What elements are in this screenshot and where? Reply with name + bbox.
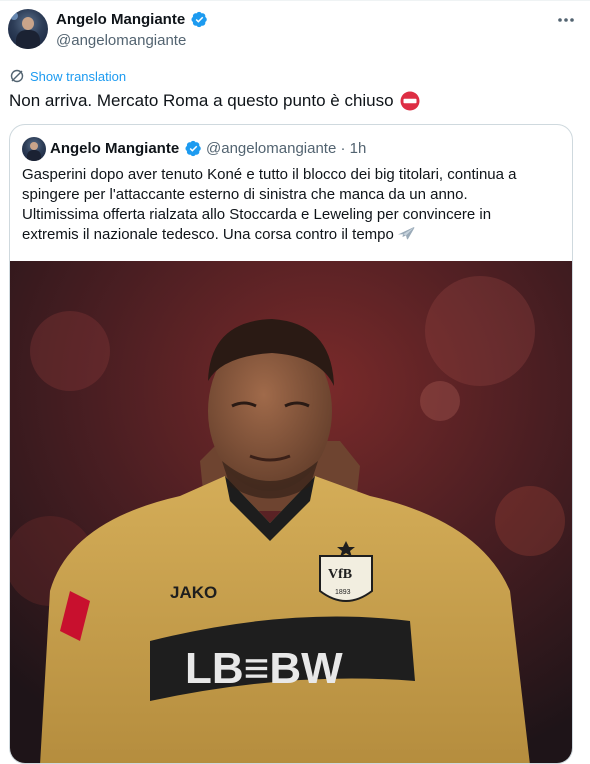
quoted-time: 1h (349, 140, 367, 157)
quoted-avatar-body (27, 150, 41, 161)
quoted-text-line: spingere per l'attaccante esterno di sin… (22, 186, 468, 203)
show-translation-link[interactable]: Show translation (9, 67, 126, 85)
author-avatar[interactable] (8, 9, 48, 49)
kit-brand: JAKO (170, 583, 217, 602)
bokeh-light (420, 381, 460, 421)
tweet-text: Non arriva. Mercato Roma a questo punto … (9, 90, 420, 112)
quoted-author-handle: @angelomangiante (206, 140, 337, 157)
crest-text: VfB (328, 567, 352, 582)
top-divider (0, 0, 590, 1)
bokeh-light (495, 486, 565, 556)
quoted-handle-and-time: @angelomangiante · 1h (206, 140, 367, 157)
quoted-verified-badge-icon (185, 140, 201, 157)
avatar-light (10, 12, 18, 20)
quoted-avatar-head (30, 142, 38, 150)
quoted-text-line: extremis il nazionale tedesco. Una corsa… (22, 226, 394, 243)
quoted-tweet-text: Gasperini dopo aver tenuto Koné e tutto … (22, 165, 562, 245)
author-handle[interactable]: @angelomangiante (56, 31, 186, 51)
tweet-text-content: Non arriva. Mercato Roma a questo punto … (9, 91, 394, 110)
avatar-body (16, 30, 40, 49)
quoted-text-line: Gasperini dopo aver tenuto Koné e tutto … (22, 166, 517, 183)
avatar-head (22, 17, 34, 30)
translate-icon (10, 69, 24, 83)
player-photo[interactable]: LB≡BW JAKO VfB 1893 (10, 261, 572, 764)
quoted-text-line-last: extremis il nazionale tedesco. Una corsa… (22, 225, 562, 245)
verified-badge-icon[interactable] (191, 11, 208, 28)
bokeh-light (425, 276, 535, 386)
quoted-text-line: Ultimissima offerta rialzata allo Stocca… (22, 206, 492, 223)
no-entry-emoji-icon (400, 91, 420, 111)
sponsor-logo: LB≡BW (185, 644, 343, 693)
author-name[interactable]: Angelo Mangiante (56, 10, 185, 30)
quoted-author-avatar (22, 137, 46, 161)
quoted-tweet-card[interactable]: Angelo Mangiante @angelomangiante · 1h G… (9, 124, 573, 764)
more-options-icon[interactable] (556, 10, 576, 30)
crest-year: 1893 (335, 589, 351, 596)
airplane-emoji-icon (397, 227, 415, 240)
bokeh-light (30, 311, 110, 391)
quoted-author-name: Angelo Mangiante (50, 140, 180, 157)
show-translation-label: Show translation (30, 68, 127, 84)
